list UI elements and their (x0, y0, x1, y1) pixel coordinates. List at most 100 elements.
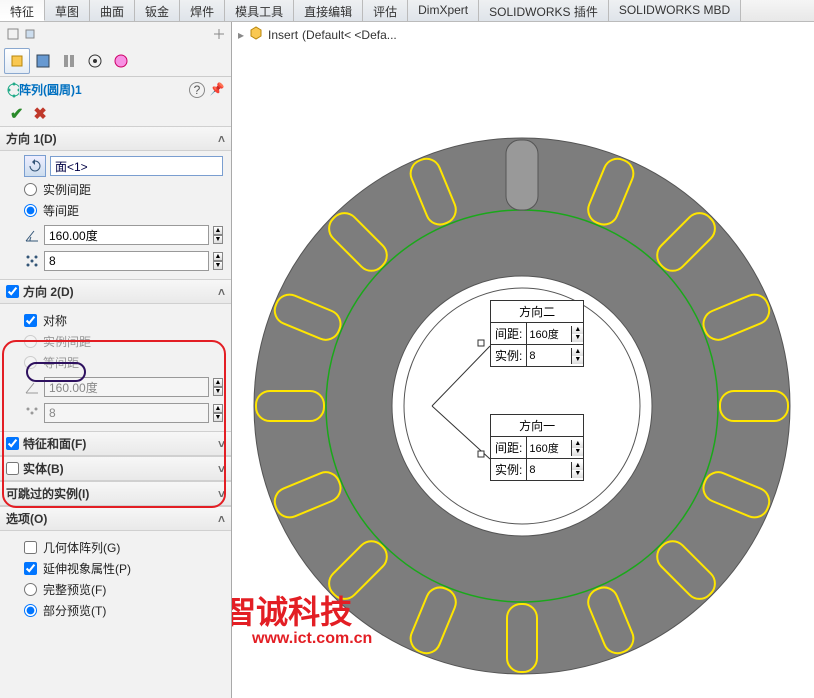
dir1-angle-input[interactable] (44, 225, 209, 245)
panel-mini-toolbar (0, 22, 231, 46)
ok-button[interactable]: ✔ (10, 104, 23, 124)
tab-dimxpert[interactable]: DimXpert (408, 0, 479, 21)
section-bodies-header[interactable]: 实体(B) ˅ (0, 456, 231, 481)
spin-down: ▼ (213, 387, 223, 396)
dir1-radio-instance-label: 实例间距 (43, 181, 91, 198)
dir2-radio-instance (24, 335, 37, 348)
section-dir1-header[interactable]: 方向 1(D) ˄ (0, 126, 231, 151)
tab-directedit[interactable]: 直接编辑 (294, 0, 363, 21)
callout-dir2-dist-input[interactable] (527, 326, 571, 342)
pm-tab-display-icon[interactable] (56, 48, 82, 74)
circular-pattern-icon (6, 83, 19, 96)
watermark-url: www.ict.com.cn (252, 630, 372, 648)
opt-visprop-label: 延伸视象属性(P) (43, 560, 131, 577)
section-options-label: 选项(O) (6, 510, 47, 527)
command-manager-tabs: 特征 草图 曲面 钣金 焊件 模具工具 直接编辑 评估 DimXpert SOL… (0, 0, 814, 22)
spin-up[interactable]: ▲ (213, 252, 223, 261)
featface-checkbox[interactable] (6, 437, 19, 450)
callout-dir2-dist-label: 间距: (491, 323, 527, 344)
help-icon[interactable]: ? (189, 82, 205, 98)
panel-icon-1[interactable] (6, 28, 19, 41)
pm-title: 阵列(圆周)1 (19, 81, 185, 98)
drag-handle[interactable] (478, 451, 485, 458)
callout-dir1-dist-label: 间距: (491, 437, 527, 458)
cancel-button[interactable]: ✖ (33, 104, 46, 124)
callout-dir1-inst-label: 实例: (491, 459, 527, 480)
panel-icon-3[interactable] (212, 28, 225, 41)
section-dir1-label: 方向 1(D) (6, 130, 57, 147)
panel-tabstrip (0, 46, 231, 77)
pm-header: 阵列(圆周)1 ? 📌 (0, 77, 231, 102)
watermark: ICT CAD/CAM 智诚科技 (232, 587, 352, 633)
tab-sheetmetal[interactable]: 钣金 (135, 0, 180, 21)
callout-dir1[interactable]: 方向一 间距:▲▼ 实例:▲▼ (490, 414, 584, 481)
section-skip-header[interactable]: 可跳过的实例(I) ˅ (0, 481, 231, 506)
section-dir2-header[interactable]: 方向 2(D) ˄ (0, 279, 231, 304)
chevron-up-icon: ˄ (218, 132, 225, 146)
tab-moldtools[interactable]: 模具工具 (225, 0, 294, 21)
section-options-header[interactable]: 选项(O) ˄ (0, 506, 231, 531)
callout-dir2-inst-input[interactable] (527, 348, 571, 364)
dir2-symmetric-label: 对称 (43, 312, 67, 329)
bodies-checkbox[interactable] (6, 462, 19, 475)
dir2-radio-instance-label: 实例间距 (43, 333, 91, 350)
tab-surface[interactable]: 曲面 (90, 0, 135, 21)
dir2-count-input (44, 403, 209, 423)
opt-visprop-checkbox[interactable] (24, 562, 37, 575)
tab-features[interactable]: 特征 (0, 0, 45, 21)
spin-down[interactable]: ▼ (213, 235, 223, 244)
dir1-radio-instance[interactable] (24, 183, 37, 196)
spin-up: ▲ (213, 404, 223, 413)
pm-tab-config-icon[interactable] (30, 48, 56, 74)
dir1-radio-equal[interactable] (24, 204, 37, 217)
angle-icon (24, 377, 40, 397)
opt-geom-checkbox[interactable] (24, 541, 37, 554)
reverse-direction-icon[interactable] (24, 155, 46, 177)
pm-tab-feature-icon[interactable] (4, 48, 30, 74)
callout-dir1-dist-input[interactable] (527, 440, 571, 456)
chevron-up-icon: ˄ (218, 285, 225, 299)
chevron-down-icon: ˅ (218, 487, 225, 501)
opt-fullpreview-radio[interactable] (24, 583, 37, 596)
section-featface-header[interactable]: 特征和面(F) ˅ (0, 431, 231, 456)
ok-cancel-row: ✔ ✖ (0, 102, 231, 126)
dir2-enable-checkbox[interactable] (6, 285, 19, 298)
pm-tab-appearance-icon[interactable] (108, 48, 134, 74)
tab-evaluate[interactable]: 评估 (363, 0, 408, 21)
chevron-down-icon: ˅ (218, 462, 225, 476)
section-dir2-label: 方向 2(D) (23, 283, 74, 300)
panel-icon-2[interactable] (23, 28, 36, 41)
dir1-count-input[interactable] (44, 251, 209, 271)
chevron-up-icon: ˄ (218, 512, 225, 526)
watermark-text: 智诚科技 (232, 587, 352, 633)
tab-sketch[interactable]: 草图 (45, 0, 90, 21)
callout-dir2[interactable]: 方向二 间距:▲▼ 实例:▲▼ (490, 300, 584, 367)
tab-sw-addins[interactable]: SOLIDWORKS 插件 (479, 0, 609, 21)
section-skip-label: 可跳过的实例(I) (6, 485, 89, 502)
section-bodies-label: 实体(B) (23, 460, 64, 477)
callout-dir1-title: 方向一 (491, 415, 583, 437)
chevron-down-icon: ˅ (218, 437, 225, 451)
opt-partialpreview-radio[interactable] (24, 604, 37, 617)
spin-down: ▼ (213, 413, 223, 422)
breadcrumb-insert[interactable]: Insert (268, 28, 298, 42)
tab-weldment[interactable]: 焊件 (180, 0, 225, 21)
expand-icon[interactable]: ▸ (238, 28, 244, 42)
spin-up[interactable]: ▲ (213, 226, 223, 235)
spin-down[interactable]: ▼ (213, 261, 223, 270)
pm-tab-target-icon[interactable] (82, 48, 108, 74)
tab-sw-mbd[interactable]: SOLIDWORKS MBD (609, 0, 741, 21)
pin-icon[interactable]: 📌 (209, 82, 225, 98)
part-icon (248, 25, 264, 44)
property-manager-panel: 阵列(圆周)1 ? 📌 ✔ ✖ 方向 1(D) ˄ 实例间距 等间距 (0, 22, 232, 698)
dir1-radio-equal-label: 等间距 (43, 202, 79, 219)
flyout-tree[interactable]: ▸ Insert (Default< <Defa... (232, 22, 814, 47)
drag-handle[interactable] (478, 340, 485, 347)
dir1-axis-input[interactable] (50, 156, 223, 176)
breadcrumb-config[interactable]: (Default< <Defa... (302, 28, 397, 42)
dir2-radio-equal-label: 等间距 (43, 354, 79, 371)
graphics-area[interactable]: ▸ Insert (Default< <Defa... (232, 22, 814, 698)
dir2-symmetric-checkbox[interactable] (24, 314, 37, 327)
callout-dir2-inst-label: 实例: (491, 345, 527, 366)
callout-dir1-inst-input[interactable] (527, 462, 571, 478)
